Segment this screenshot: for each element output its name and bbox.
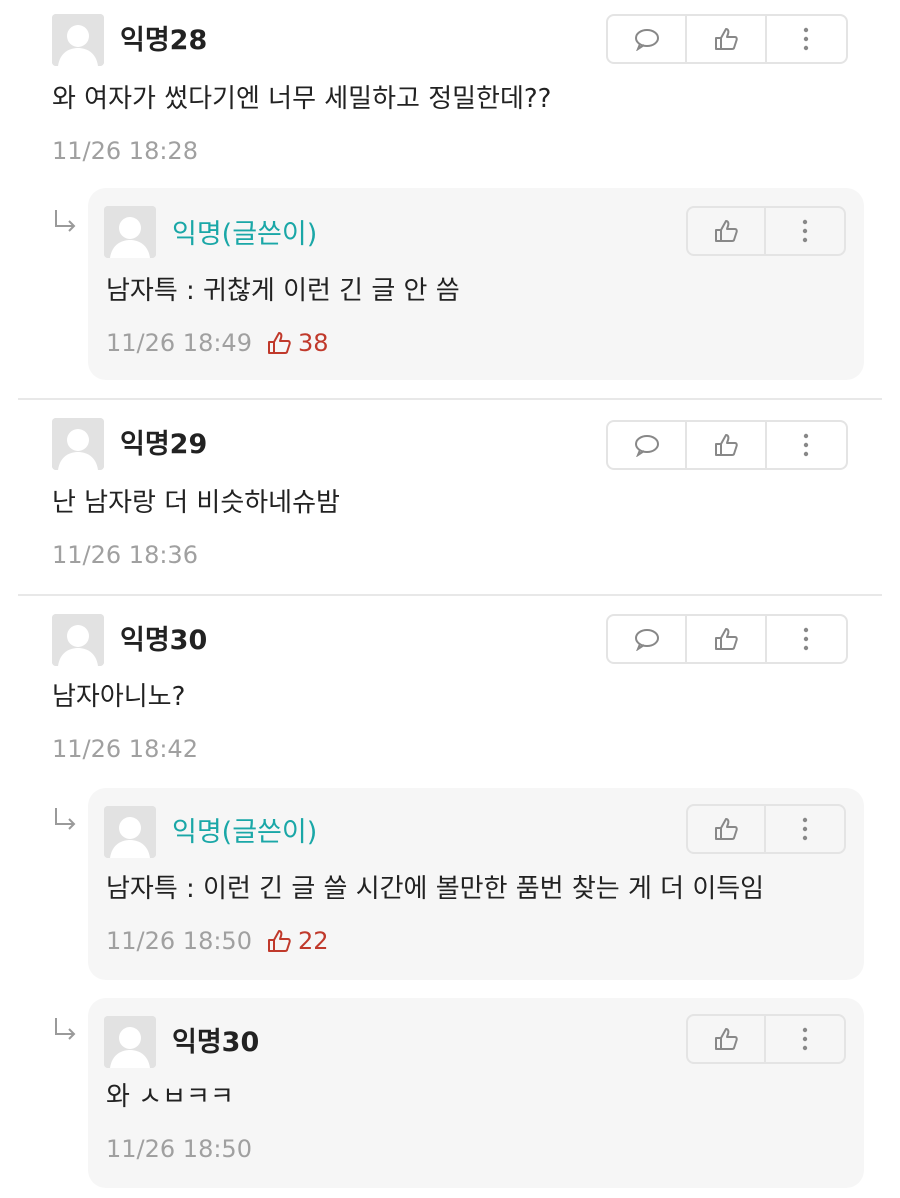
like-button[interactable] xyxy=(687,616,767,662)
avatar[interactable] xyxy=(52,614,104,666)
reply-text: 남자특 : 이런 긴 글 쓸 시간에 볼만한 품번 찾는 게 더 이득임 xyxy=(106,874,765,904)
reply-arrow-icon xyxy=(50,208,80,238)
reply-timestamp: 11/26 18:50 xyxy=(106,927,252,955)
more-button[interactable] xyxy=(766,806,844,852)
reply-text: 남자특 : 귀찮게 이런 긴 글 안 씀 xyxy=(106,276,460,306)
speech-bubble-icon xyxy=(634,29,659,51)
default-avatar-icon xyxy=(52,614,104,666)
more-button[interactable] xyxy=(767,422,846,468)
like-button[interactable] xyxy=(688,1016,767,1062)
reply-action-group xyxy=(686,206,846,256)
comment-nickname: 익명30 xyxy=(120,625,208,656)
reply-item: 익명30 와 ㅅㅂㅋㅋ 11/26 18:50 xyxy=(88,998,864,1188)
reply-timestamp: 11/26 18:50 xyxy=(106,1135,252,1163)
reply-nickname: 익명30 xyxy=(172,1027,260,1058)
vertical-dots-icon xyxy=(804,27,809,51)
vertical-dots-icon xyxy=(804,627,809,651)
comment-item: 익명30 남자아니노? 11/26 18:42 익명(글쓴이) 남자특: 이런… xyxy=(0,596,900,1198)
reply-item: 익명(글쓴이) 남자특 : 귀찮게 이런 긴 글 안 씀 11/26 18:49… xyxy=(88,188,864,380)
reply-timestamp: 11/26 18:49 xyxy=(106,329,252,357)
thumbs-up-icon xyxy=(268,930,291,952)
reply-action-group xyxy=(686,1014,846,1064)
avatar[interactable] xyxy=(52,418,104,470)
more-button[interactable] xyxy=(767,616,846,662)
reply-like-count: 38 xyxy=(266,328,329,358)
thumbs-up-icon xyxy=(715,1028,738,1050)
reply-nickname: 익명(글쓴이) xyxy=(172,817,318,848)
reply-item: 익명(글쓴이) 남자특 : 이런 긴 글 쓸 시간에 볼만한 품번 찾는 게 더… xyxy=(88,788,864,980)
thumbs-up-icon xyxy=(268,332,291,354)
reply-button[interactable] xyxy=(608,616,688,662)
comment-text: 난 남자랑 더 비슷하네슈밤 xyxy=(52,488,340,518)
default-avatar-icon xyxy=(104,206,156,258)
avatar[interactable] xyxy=(104,806,156,858)
like-count-value: 22 xyxy=(298,927,329,955)
comment-item: 익명29 난 남자랑 더 비슷하네슈밤 11/26 18:36 xyxy=(0,400,900,594)
default-avatar-icon xyxy=(104,806,156,858)
thumbs-up-icon xyxy=(715,628,738,650)
avatar[interactable] xyxy=(104,206,156,258)
thumbs-up-icon xyxy=(715,818,738,840)
reply-text: 와 ㅅㅂㅋㅋ xyxy=(106,1082,234,1112)
comment-item: 익명28 와 여자가 썼다기엔 너무 세밀하고 정밀한데?? 11/26 18:… xyxy=(0,0,900,400)
vertical-dots-icon xyxy=(802,817,808,841)
reply-like-count: 22 xyxy=(266,926,329,956)
comment-timestamp: 11/26 18:28 xyxy=(52,137,198,165)
thumbs-up-icon xyxy=(715,28,738,50)
vertical-dots-icon xyxy=(804,433,809,457)
default-avatar-icon xyxy=(52,14,104,66)
comment-action-group xyxy=(606,420,848,470)
reply-button[interactable] xyxy=(608,16,688,62)
default-avatar-icon xyxy=(104,1016,156,1068)
comment-nickname: 익명29 xyxy=(120,429,208,460)
speech-bubble-icon xyxy=(634,629,659,651)
comment-text: 와 여자가 썼다기엔 너무 세밀하고 정밀한데?? xyxy=(52,84,552,114)
reply-nickname: 익명(글쓴이) xyxy=(172,219,318,250)
more-button[interactable] xyxy=(767,16,846,62)
reply-action-group xyxy=(686,804,846,854)
comment-timestamp: 11/26 18:42 xyxy=(52,735,198,763)
comment-action-group xyxy=(606,14,848,64)
comment-timestamp: 11/26 18:36 xyxy=(52,541,198,569)
avatar[interactable] xyxy=(52,14,104,66)
avatar[interactable] xyxy=(104,1016,156,1068)
thumbs-up-icon xyxy=(715,220,738,242)
reply-button[interactable] xyxy=(608,422,688,468)
speech-bubble-icon xyxy=(634,435,659,457)
comment-text: 남자아니노? xyxy=(52,682,186,712)
default-avatar-icon xyxy=(52,418,104,470)
comment-nickname: 익명28 xyxy=(120,25,208,56)
like-button[interactable] xyxy=(688,806,767,852)
like-button[interactable] xyxy=(687,422,767,468)
like-count-value: 38 xyxy=(298,329,329,357)
vertical-dots-icon xyxy=(802,219,808,243)
more-button[interactable] xyxy=(766,208,844,254)
reply-arrow-icon xyxy=(50,1016,80,1046)
reply-arrow-icon xyxy=(50,806,80,836)
like-button[interactable] xyxy=(687,16,767,62)
like-button[interactable] xyxy=(688,208,767,254)
more-button[interactable] xyxy=(766,1016,844,1062)
vertical-dots-icon xyxy=(802,1027,808,1051)
thumbs-up-icon xyxy=(715,434,738,456)
comment-action-group xyxy=(606,614,848,664)
